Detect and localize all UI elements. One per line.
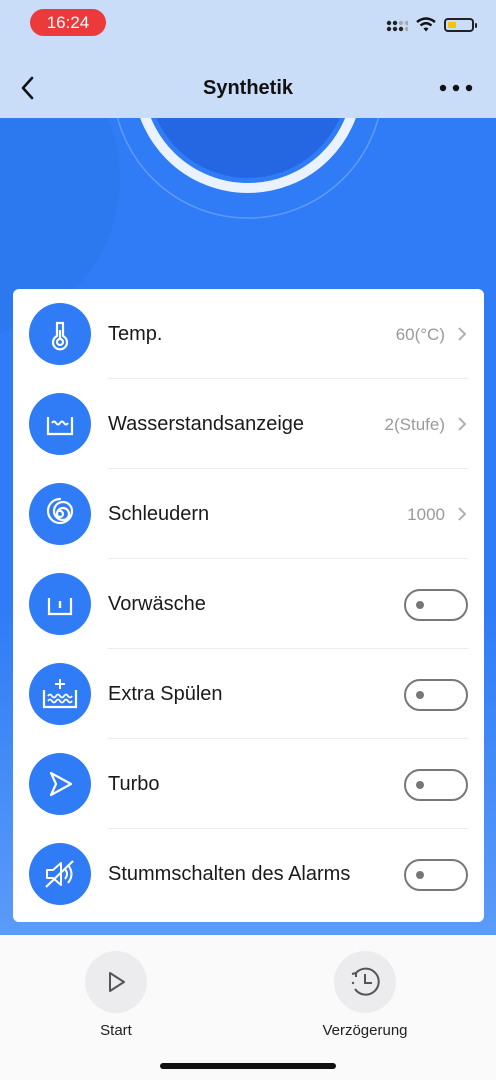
bottom-bar: Start Verzögerung: [0, 935, 496, 1080]
turbo-toggle[interactable]: [404, 769, 468, 801]
setting-label: Schleudern: [108, 503, 210, 525]
chevron-right-icon: [458, 417, 467, 431]
chevron-right-icon: [458, 507, 467, 521]
play-icon: [109, 972, 125, 992]
setting-label: Temp.: [108, 323, 163, 345]
setting-label: Wasserstandsanzeige: [108, 413, 305, 435]
status-icons: [386, 14, 477, 36]
spin-icon: [29, 483, 91, 545]
setting-value: 1000: [407, 505, 445, 524]
setting-prewash: Vorwäsche: [13, 559, 484, 649]
mute-icon: [29, 843, 91, 905]
setting-label: Vorwäsche: [108, 593, 206, 615]
header-bar: 16:24 Synthetik: [0, 0, 496, 118]
delay-button[interactable]: [334, 951, 396, 1013]
setting-turbo: Turbo: [13, 739, 484, 829]
settings-card: Temp. 60(°C) Wasserstandsanzeige 2(Stufe…: [13, 289, 484, 922]
setting-temp[interactable]: Temp. 60(°C): [13, 289, 484, 379]
mute-toggle[interactable]: [404, 859, 468, 891]
wifi-icon: [416, 17, 436, 32]
setting-mute: Stummschalten des Alarms: [13, 829, 484, 919]
prewash-toggle[interactable]: [404, 589, 468, 621]
more-icon[interactable]: [438, 80, 474, 96]
setting-label: Extra Spülen: [108, 683, 223, 705]
turbo-icon: [29, 753, 91, 815]
setting-label: Stummschalten des Alarms: [108, 863, 351, 885]
setting-value: 60(°C): [395, 325, 445, 344]
status-time: 16:24: [30, 9, 106, 36]
signal-icon: [386, 20, 408, 32]
prewash-icon: [29, 573, 91, 635]
battery-icon: [444, 18, 477, 32]
home-indicator[interactable]: [160, 1063, 336, 1069]
setting-spin[interactable]: Schleudern 1000: [13, 469, 484, 559]
chevron-right-icon: [458, 327, 467, 341]
clock-icon: [351, 967, 380, 996]
thermometer-icon: [29, 303, 91, 365]
setting-extra-rinse: Extra Spülen: [13, 649, 484, 739]
extra-rinse-toggle[interactable]: [404, 679, 468, 711]
setting-water-level[interactable]: Wasserstandsanzeige 2(Stufe): [13, 379, 484, 469]
setting-value: 2(Stufe): [384, 415, 445, 434]
water-level-icon: [29, 393, 91, 455]
extra-rinse-icon: [29, 663, 91, 725]
start-label: Start: [100, 1022, 132, 1039]
start-button[interactable]: [85, 951, 147, 1013]
setting-label: Turbo: [108, 773, 160, 795]
delay-label: Verzögerung: [322, 1022, 408, 1039]
page-title: Synthetik: [202, 77, 294, 99]
